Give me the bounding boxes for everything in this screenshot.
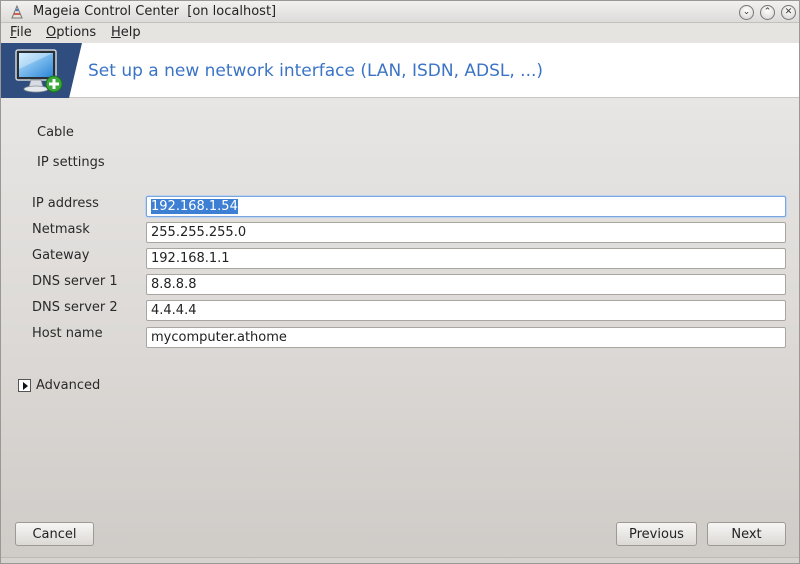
menu-file[interactable]: File xyxy=(10,25,32,40)
menu-help-label: elp xyxy=(120,25,141,40)
chevron-up-icon: ⌃ xyxy=(763,7,772,17)
netmask-input[interactable]: 255.255.255.0 xyxy=(146,222,786,243)
section-title: IP settings xyxy=(37,155,105,170)
cancel-button[interactable]: Cancel xyxy=(15,522,94,546)
dns-server-1-value: 8.8.8.8 xyxy=(151,277,197,292)
dns-server-2-value: 4.4.4.4 xyxy=(151,303,197,318)
ip-address-input[interactable]: 192.168.1.54 xyxy=(146,196,786,217)
host-name-value: mycomputer.athome xyxy=(151,330,287,345)
menu-options-label: ptions xyxy=(56,25,97,40)
page-title: Set up a new network interface (LAN, ISD… xyxy=(88,61,544,81)
maximize-button[interactable]: ⌃ xyxy=(760,5,775,20)
ip-address-label: IP address xyxy=(32,196,99,211)
menu-options[interactable]: Options xyxy=(46,25,96,40)
window-title: Mageia Control Center [on localhost] xyxy=(33,4,277,19)
menu-options-mnemonic: O xyxy=(46,25,57,40)
advanced-expander[interactable]: Advanced xyxy=(18,377,100,393)
previous-button[interactable]: Previous xyxy=(616,522,697,546)
window-bottom-edge xyxy=(1,557,799,563)
expander-arrow-icon xyxy=(18,378,31,392)
dns-server-2-input[interactable]: 4.4.4.4 xyxy=(146,300,786,321)
close-icon: ✕ xyxy=(784,7,793,17)
gateway-input[interactable]: 192.168.1.1 xyxy=(146,248,786,269)
next-button-label: Next xyxy=(731,526,762,542)
dns-server-1-label: DNS server 1 xyxy=(32,274,118,289)
title-bar: Mageia Control Center [on localhost] ⌄ ⌃… xyxy=(1,1,799,23)
dns-server-2-label: DNS server 2 xyxy=(32,300,118,315)
previous-button-label: Previous xyxy=(629,526,684,542)
gateway-label: Gateway xyxy=(32,248,90,263)
host-name-label: Host name xyxy=(32,326,103,341)
menu-file-label: ile xyxy=(16,25,32,40)
app-icon xyxy=(11,4,23,19)
host-name-input[interactable]: mycomputer.athome xyxy=(146,327,786,348)
netmask-label: Netmask xyxy=(32,222,90,237)
close-button[interactable]: ✕ xyxy=(781,5,796,20)
window: Mageia Control Center [on localhost] ⌄ ⌃… xyxy=(0,0,800,564)
menu-help-mnemonic: H xyxy=(111,25,121,40)
menu-bar: File Options Help xyxy=(1,23,799,43)
gateway-value: 192.168.1.1 xyxy=(151,251,230,266)
next-button[interactable]: Next xyxy=(707,522,786,546)
menu-help[interactable]: Help xyxy=(111,25,141,40)
chevron-down-icon: ⌄ xyxy=(742,7,751,17)
cancel-button-label: Cancel xyxy=(32,526,77,542)
advanced-label: Advanced xyxy=(36,377,101,393)
dns-server-1-input[interactable]: 8.8.8.8 xyxy=(146,274,786,295)
minimize-button[interactable]: ⌄ xyxy=(739,5,754,20)
connection-type-label: Cable xyxy=(37,125,74,140)
wizard-banner: Set up a new network interface (LAN, ISD… xyxy=(1,43,799,98)
monitor-add-icon xyxy=(15,49,63,93)
netmask-value: 255.255.255.0 xyxy=(151,225,247,240)
ip-address-value: 192.168.1.54 xyxy=(151,199,238,214)
